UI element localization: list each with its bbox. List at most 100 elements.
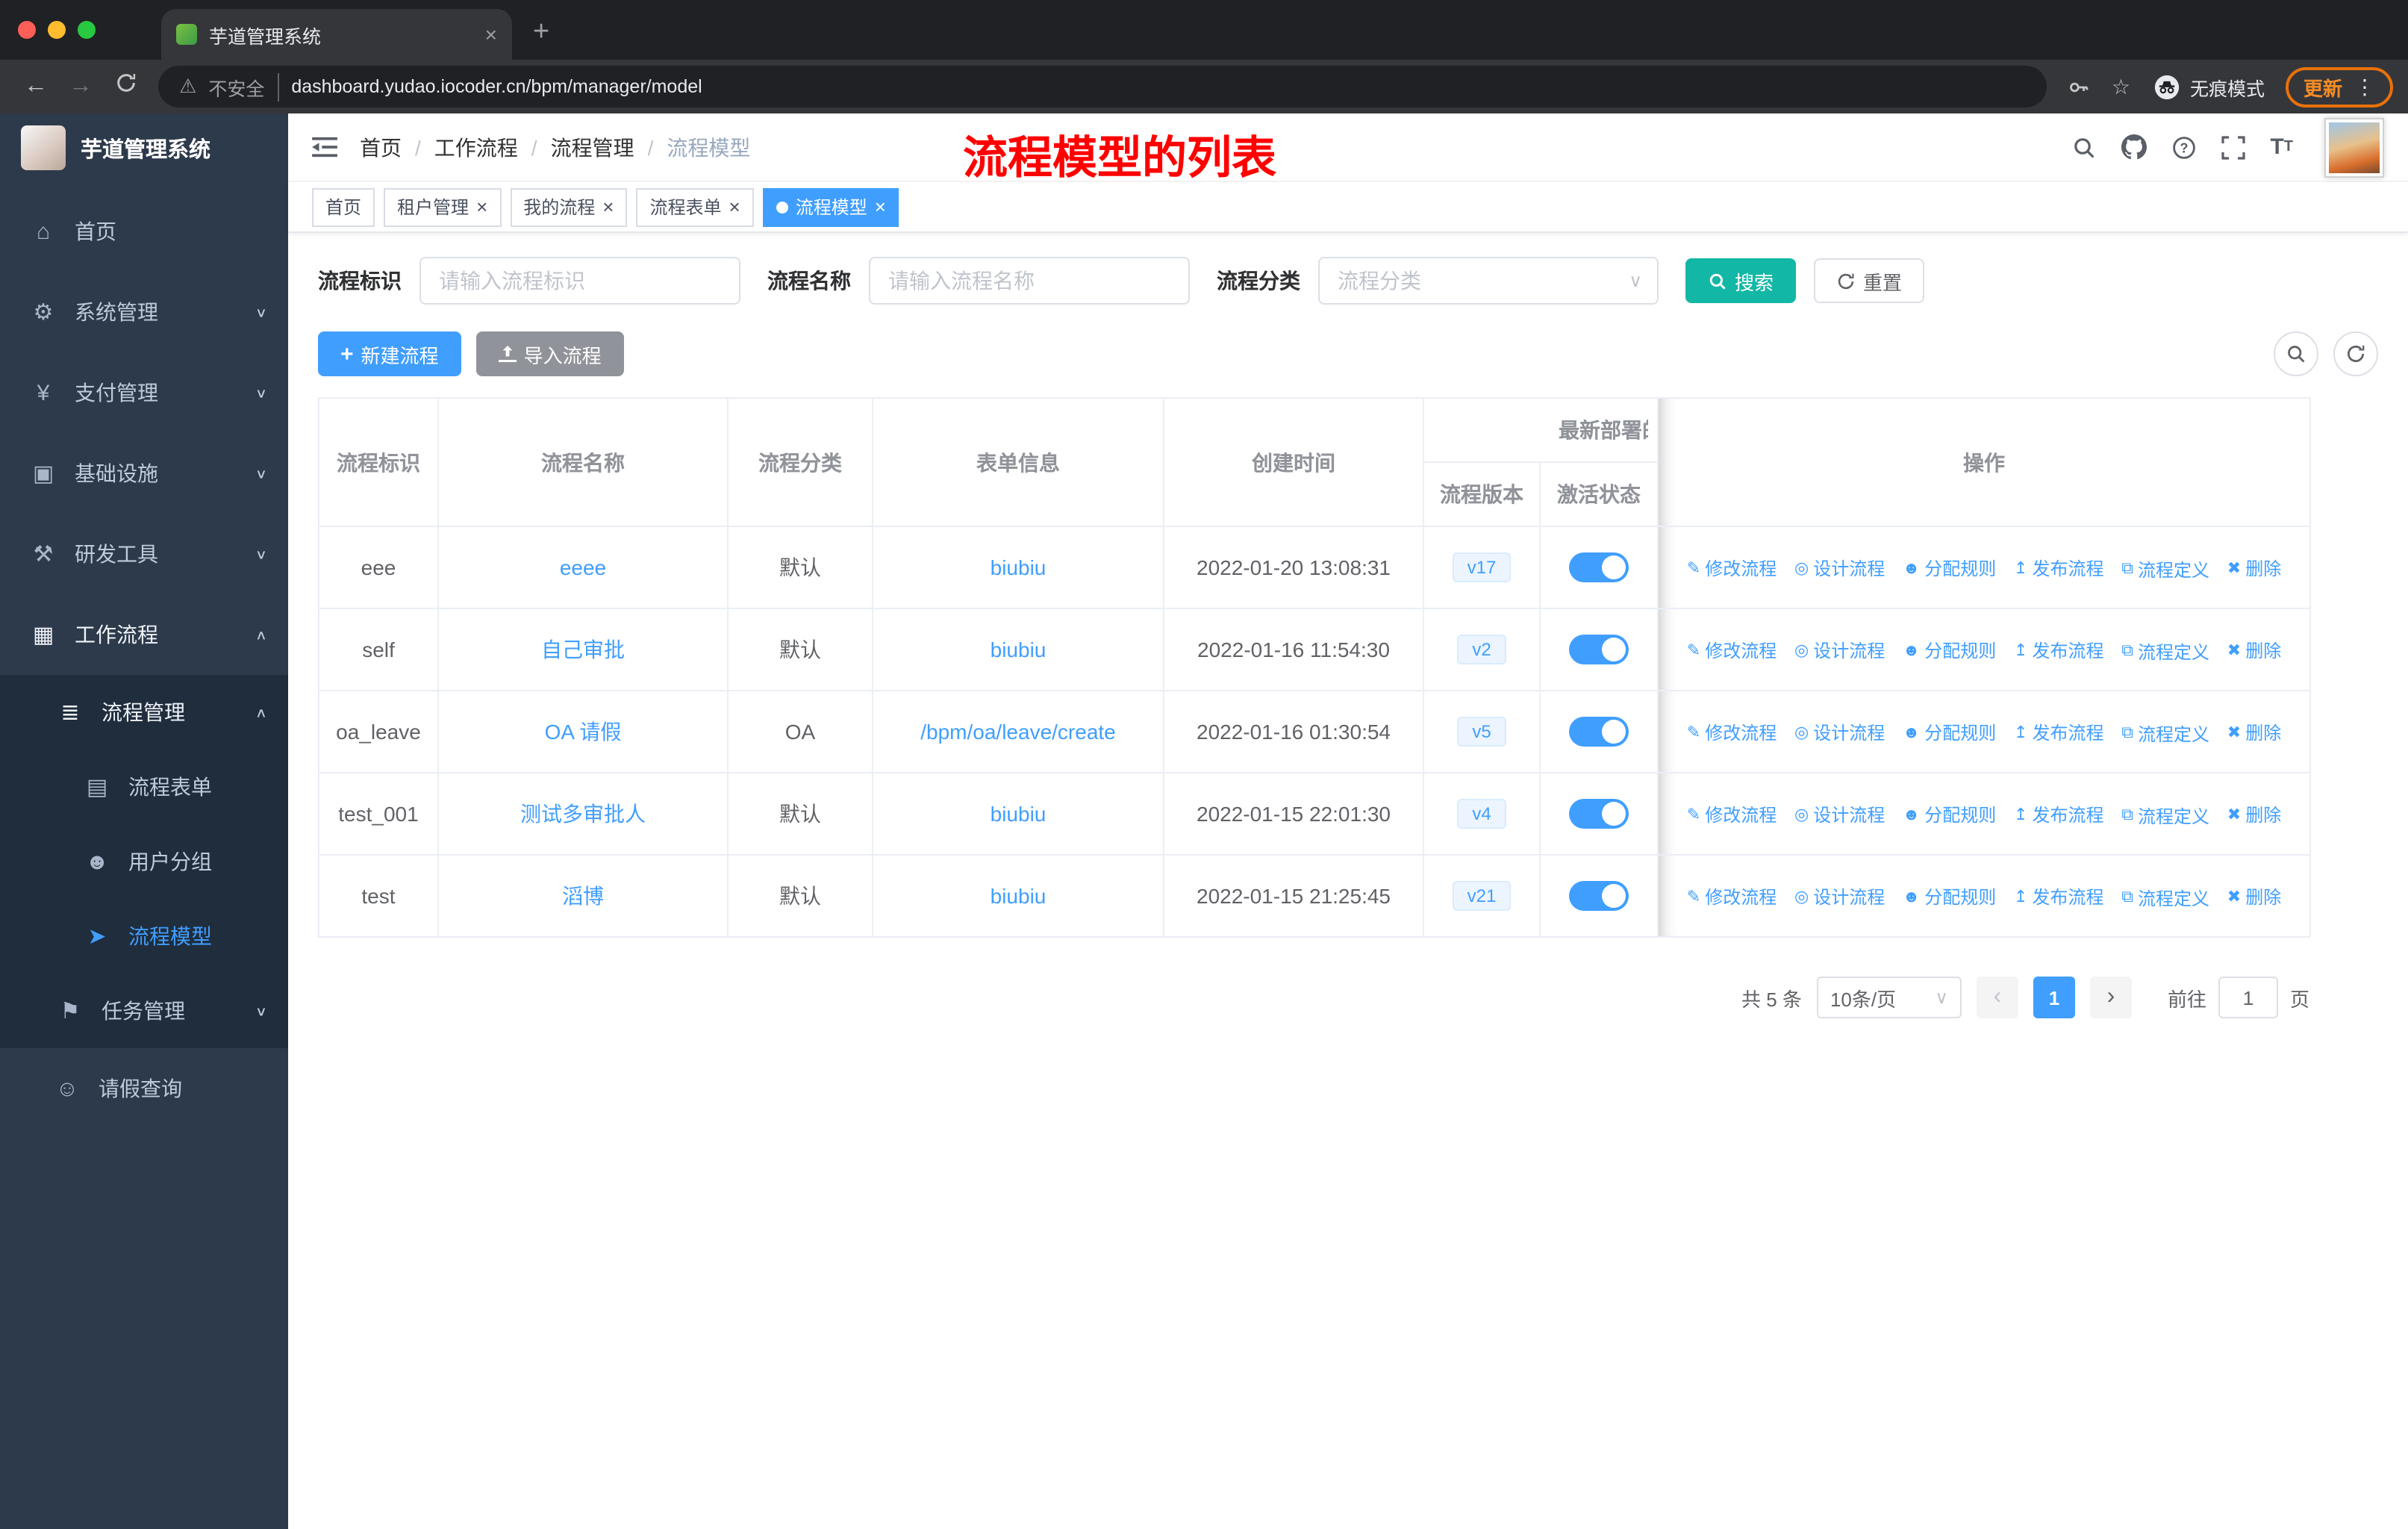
next-page-button[interactable]: › (2089, 977, 2132, 1018)
process-name-link[interactable]: 滔博 (562, 884, 604, 908)
process-name-link[interactable]: OA 请假 (545, 720, 622, 744)
modify-process-link[interactable]: ✎ 修改流程 (1687, 555, 1777, 580)
page-number-1[interactable]: 1 (2033, 977, 2075, 1018)
delete-link[interactable]: ✖ 删除 (2227, 801, 2281, 826)
assign-rule-link[interactable]: ☻ 分配规则 (1903, 802, 1996, 827)
process-definition-link[interactable]: ⧉ 流程定义 (2121, 720, 2209, 746)
breadcrumb-home[interactable]: 首页 (360, 132, 402, 162)
process-category-select[interactable]: 流程分类 ∨ (1318, 257, 1659, 305)
design-process-link[interactable]: ◎ 设计流程 (1794, 719, 1885, 744)
breadcrumb-workflow[interactable]: 工作流程 (434, 132, 518, 162)
sidebar-item-task-mgmt[interactable]: ⚑ 任务管理 ∨ (0, 974, 288, 1048)
tag-home[interactable]: 首页 (312, 187, 375, 226)
form-info-link[interactable]: biubiu (991, 638, 1047, 661)
assign-rule-link[interactable]: ☻ 分配规则 (1903, 720, 1996, 745)
process-name-link[interactable]: 自己审批 (541, 638, 625, 661)
sidebar-item-infrastructure[interactable]: ▣ 基础设施 ∨ (0, 433, 288, 514)
delete-link[interactable]: ✖ 删除 (2227, 555, 2281, 580)
sidebar-item-workflow[interactable]: ▦ 工作流程 ∧ (0, 594, 288, 675)
design-process-link[interactable]: ◎ 设计流程 (1794, 555, 1885, 580)
sidebar-item-dev-tools[interactable]: ⚒ 研发工具 ∨ (0, 514, 288, 594)
active-toggle[interactable] (1569, 799, 1629, 829)
modify-process-link[interactable]: ✎ 修改流程 (1687, 883, 1777, 909)
modify-process-link[interactable]: ✎ 修改流程 (1687, 719, 1777, 744)
active-toggle[interactable] (1569, 552, 1629, 582)
tab-close-icon[interactable]: × (485, 22, 497, 46)
process-definition-link[interactable]: ⧉ 流程定义 (2121, 556, 2209, 582)
close-icon[interactable]: × (476, 197, 487, 217)
delete-link[interactable]: ✖ 删除 (2227, 637, 2281, 662)
form-info-link[interactable]: biubiu (991, 555, 1047, 579)
prev-page-button[interactable]: ‹ (1976, 977, 2018, 1018)
design-process-link[interactable]: ◎ 设计流程 (1794, 883, 1885, 909)
tag-process-model[interactable]: 流程模型 × (762, 187, 899, 226)
assign-rule-link[interactable]: ☻ 分配规则 (1903, 555, 1996, 581)
sidebar-item-process-model[interactable]: ➤ 流程模型 (0, 899, 288, 974)
process-definition-link[interactable]: ⧉ 流程定义 (2121, 885, 2209, 910)
sidebar-item-user-group[interactable]: ☻ 用户分组 (0, 824, 288, 899)
sidebar-item-leave-query[interactable]: ☺ 请假查询 (0, 1048, 288, 1129)
create-process-button[interactable]: + 新建流程 (318, 331, 461, 376)
delete-link[interactable]: ✖ 删除 (2227, 719, 2281, 744)
help-icon[interactable]: ? (2171, 135, 2195, 159)
user-avatar[interactable] (2324, 117, 2384, 177)
tag-my-process[interactable]: 我的流程 × (510, 187, 628, 226)
modify-process-link[interactable]: ✎ 修改流程 (1687, 801, 1777, 826)
sidebar-item-process-mgmt[interactable]: ≣ 流程管理 ∧ (0, 675, 288, 750)
menu-fold-icon[interactable] (312, 136, 337, 158)
design-process-link[interactable]: ◎ 设计流程 (1794, 637, 1885, 662)
assign-rule-link[interactable]: ☻ 分配规则 (1903, 884, 1996, 909)
process-name-link[interactable]: 测试多审批人 (520, 802, 646, 826)
close-icon[interactable]: × (875, 197, 886, 217)
process-definition-link[interactable]: ⧉ 流程定义 (2121, 803, 2209, 828)
publish-process-link[interactable]: ↥ 发布流程 (2014, 801, 2103, 826)
bookmark-star-icon[interactable]: ☆ (2103, 74, 2139, 99)
process-key-input[interactable] (419, 257, 740, 305)
refresh-table-button[interactable] (2333, 331, 2378, 376)
browser-tab[interactable]: 芋道管理系统 × (161, 9, 512, 60)
close-icon[interactable]: × (729, 197, 740, 217)
github-icon[interactable] (2121, 134, 2147, 160)
import-process-button[interactable]: 导入流程 (475, 331, 624, 376)
goto-page-input[interactable] (2218, 977, 2278, 1018)
close-icon[interactable]: × (602, 197, 614, 217)
key-icon[interactable] (2059, 75, 2100, 98)
active-toggle[interactable] (1569, 717, 1629, 747)
browser-menu-icon[interactable]: ⋮ (2354, 74, 2375, 99)
assign-rule-link[interactable]: ☻ 分配规则 (1903, 638, 1996, 663)
fullscreen-icon[interactable] (2221, 135, 2245, 159)
sidebar-item-payment-mgmt[interactable]: ¥ 支付管理 ∨ (0, 352, 288, 433)
breadcrumb-process-mgmt[interactable]: 流程管理 (551, 132, 634, 162)
reset-button[interactable]: 重置 (1814, 258, 1925, 303)
page-size-select[interactable]: 10条/页 ∨ (1816, 977, 1962, 1018)
publish-process-link[interactable]: ↥ 发布流程 (2014, 719, 2103, 744)
form-info-link[interactable]: biubiu (991, 802, 1047, 826)
address-bar[interactable]: ⚠ 不安全 dashboard.yudao.iocoder.cn/bpm/man… (158, 66, 2047, 108)
design-process-link[interactable]: ◎ 设计流程 (1794, 801, 1885, 826)
active-toggle[interactable] (1569, 881, 1629, 911)
tag-tenant-mgmt[interactable]: 租户管理 × (384, 187, 502, 226)
toggle-search-button[interactable] (2274, 331, 2318, 376)
search-icon[interactable] (2071, 135, 2095, 159)
new-tab-button[interactable]: + (533, 16, 549, 49)
delete-link[interactable]: ✖ 删除 (2227, 883, 2281, 909)
forward-icon[interactable]: → (60, 73, 102, 100)
active-toggle[interactable] (1569, 635, 1629, 664)
back-icon[interactable]: ← (15, 73, 57, 100)
search-button[interactable]: 搜索 (1685, 258, 1797, 303)
browser-update-button[interactable]: 更新 ⋮ (2285, 66, 2393, 107)
process-name-link[interactable]: eeee (560, 555, 606, 579)
publish-process-link[interactable]: ↥ 发布流程 (2014, 637, 2103, 662)
form-info-link[interactable]: biubiu (991, 884, 1047, 908)
modify-process-link[interactable]: ✎ 修改流程 (1687, 637, 1777, 662)
reload-icon[interactable] (105, 72, 146, 102)
sidebar-item-home[interactable]: ⌂ 首页 (0, 191, 288, 272)
window-minimize-button[interactable] (48, 21, 66, 39)
window-zoom-button[interactable] (78, 21, 96, 39)
publish-process-link[interactable]: ↥ 发布流程 (2014, 883, 2103, 909)
sidebar-item-system-mgmt[interactable]: ⚙ 系统管理 ∨ (0, 272, 288, 352)
publish-process-link[interactable]: ↥ 发布流程 (2014, 555, 2103, 580)
tag-process-form[interactable]: 流程表单 × (636, 187, 754, 226)
sidebar-item-process-form[interactable]: ▤ 流程表单 (0, 750, 288, 824)
process-definition-link[interactable]: ⧉ 流程定义 (2121, 638, 2209, 664)
